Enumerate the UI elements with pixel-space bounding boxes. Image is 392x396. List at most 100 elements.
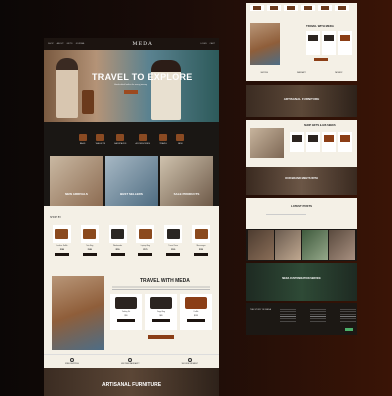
gallery-image[interactable]	[329, 230, 355, 260]
product-card[interactable]: Weekender $219	[106, 225, 130, 256]
footer-columns	[280, 309, 356, 323]
bag-icon	[340, 35, 350, 41]
footer-title: THE STORY OF MEDA	[250, 309, 272, 311]
product-thumb[interactable]	[301, 5, 315, 11]
bag-icon	[304, 6, 312, 10]
view-more-button[interactable]	[148, 335, 174, 339]
site-footer: THE STORY OF MEDA	[246, 303, 357, 335]
hero-title: TRAVEL TO EXPLORE	[92, 72, 193, 82]
hero-couple-image	[151, 60, 181, 120]
travel-product-card[interactable]: Duffle $199	[180, 294, 212, 330]
product-card[interactable]	[338, 132, 352, 152]
category-item[interactable]: WALLETS	[96, 133, 105, 145]
hero-shop-button[interactable]	[124, 90, 138, 94]
add-to-cart-button[interactable]	[110, 253, 125, 256]
footer-link-column[interactable]	[310, 309, 326, 323]
hero-subtitle: Handcrafted leather for every journey	[114, 84, 148, 86]
nav-item-journal[interactable]: JOURNAL	[75, 43, 84, 45]
category-item[interactable]: ACCESSORIES	[136, 133, 150, 145]
hero-banner: TRAVEL TO EXPLORE Handcrafted leather fo…	[44, 50, 219, 122]
add-to-cart-button[interactable]	[138, 253, 153, 256]
travel-icon	[159, 133, 168, 141]
product-card[interactable]	[306, 132, 320, 152]
product-card[interactable]	[306, 31, 320, 55]
homepage-preview-left: SHOP ABOUT GIFTS JOURNAL MEDA LOGIN CART…	[44, 38, 219, 396]
product-row: Leather Duffle $189 Tote Bag $149 Weeken…	[50, 225, 213, 256]
latest-posts-section: LATEST POSTS	[246, 198, 357, 230]
hero-model-image	[56, 58, 78, 118]
category-item[interactable]: TRAVEL	[159, 133, 168, 145]
add-to-cart-button[interactable]	[166, 253, 181, 256]
customization-banner: MEDA CUSTOMIZATION SERVICE	[246, 263, 357, 301]
product-thumb[interactable]	[335, 5, 349, 11]
add-to-cart-button[interactable]	[117, 319, 135, 322]
add-to-cart-button[interactable]	[54, 253, 69, 256]
gallery-image[interactable]	[302, 230, 328, 260]
cart-link[interactable]: CART	[210, 43, 215, 45]
promo-sale-products[interactable]: SALE PRODUCTS	[160, 156, 213, 206]
add-to-cart-button[interactable]	[187, 319, 205, 322]
feature-label: PAYMENT	[335, 73, 343, 74]
promo-new-arrivals[interactable]: NEW ARRIVALS	[50, 156, 103, 206]
homepage-preview-right: TRAVEL WITH MEDA SHIPPING WARRANTY PAYME…	[246, 3, 357, 335]
latest-posts-title: LATEST POSTS	[291, 204, 312, 208]
footer-link-column[interactable]	[340, 309, 356, 323]
brand-banner-title: OUR BRAND MEETS WITH	[285, 177, 318, 180]
bag-icon	[55, 229, 69, 239]
shield-icon	[128, 358, 133, 362]
product-thumb[interactable]	[250, 5, 264, 11]
shop-by-section: SHOP BY Leather Duffle $189 Tote Bag $14…	[44, 214, 219, 274]
bag-icon	[185, 297, 207, 309]
product-thumb[interactable]	[318, 5, 332, 11]
nav-item-gifts[interactable]: GIFTS	[67, 43, 73, 45]
bag-icon	[308, 135, 318, 142]
feature-strip: FREE SHIPPING LIFETIME WARRANTY SECURE P…	[44, 354, 219, 368]
product-card[interactable]: Travel Case $129	[161, 225, 185, 256]
posts-divider	[266, 214, 306, 215]
feature-label: WARRANTY	[297, 73, 307, 74]
category-item[interactable]: NEW	[176, 133, 185, 145]
travel-description	[112, 286, 210, 290]
brand-logo[interactable]: MEDA	[132, 41, 152, 47]
account-links: LOGIN CART	[200, 43, 215, 45]
product-image	[52, 225, 71, 243]
nav-item-shop[interactable]: SHOP	[48, 43, 54, 45]
gallery-image[interactable]	[275, 230, 301, 260]
category-item[interactable]: BACKPACKS	[114, 133, 126, 145]
chat-button[interactable]	[345, 328, 353, 331]
footer-link-column[interactable]	[280, 309, 296, 323]
add-to-cart-button[interactable]	[152, 319, 170, 322]
product-card[interactable]	[290, 132, 304, 152]
promo-tiles: NEW ARRIVALS BEST SELLERS SALE PRODUCTS	[44, 156, 219, 206]
bag-icon	[150, 297, 172, 309]
product-card[interactable]	[322, 132, 336, 152]
view-more-button[interactable]	[314, 58, 328, 61]
bag-icon	[111, 229, 125, 239]
product-card[interactable]	[338, 31, 352, 55]
accessory-icon	[138, 133, 147, 141]
bag-icon	[321, 6, 329, 10]
product-card[interactable]: Tote Bag $149	[78, 225, 102, 256]
product-card[interactable]: Laptop Bag $179	[133, 225, 157, 256]
promo-best-sellers[interactable]: BEST SELLERS	[105, 156, 158, 206]
bag-icon	[83, 229, 97, 239]
travel-product-card[interactable]: Toiletry Kit $59	[110, 294, 142, 330]
travel-product-card[interactable]: Dopp Bag $69	[145, 294, 177, 330]
right-brand-banner: OUR BRAND MEETS WITH	[246, 167, 357, 195]
nav-item-about[interactable]: ABOUT	[57, 43, 64, 45]
add-to-cart-button[interactable]	[82, 253, 97, 256]
category-strip: BAGS WALLETS BACKPACKS ACCESSORIES TRAVE…	[44, 122, 219, 156]
gallery-image[interactable]	[248, 230, 274, 260]
bag-icon	[253, 6, 261, 10]
product-card[interactable]	[322, 31, 336, 55]
bag-icon	[292, 135, 302, 142]
product-thumb[interactable]	[267, 5, 281, 11]
add-to-cart-button[interactable]	[194, 253, 209, 256]
gift-title: SHOP GIFTS & HIS SEEKS	[304, 124, 336, 127]
login-link[interactable]: LOGIN	[200, 43, 206, 45]
product-thumb[interactable]	[284, 5, 298, 11]
truck-icon	[69, 358, 74, 362]
category-item[interactable]: BAGS	[78, 133, 87, 145]
product-card[interactable]: Messenger $159	[189, 225, 213, 256]
product-card[interactable]: Leather Duffle $189	[50, 225, 74, 256]
